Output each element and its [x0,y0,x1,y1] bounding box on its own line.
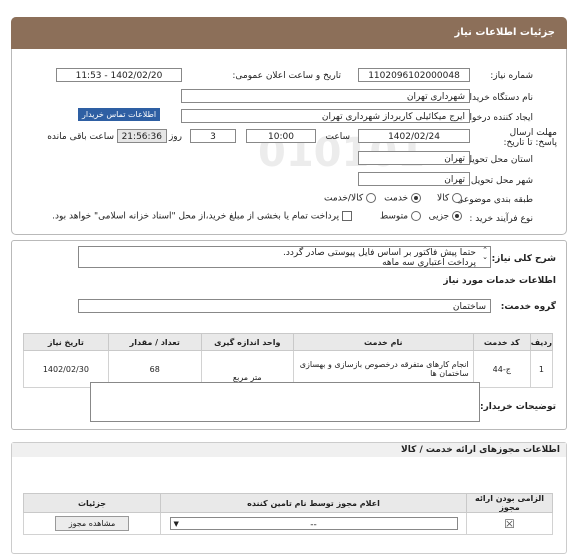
treasury-option[interactable]: پرداخت تمام یا بخشی از مبلغ خرید،از محل … [52,211,352,222]
permits-section-title: اطلاعات مجوزهای ارائه خدمت / کالا [12,443,566,457]
deadline-time-field: 10:00 [246,129,316,143]
cell-code: ج-44 [472,350,531,388]
buyer-notes-label: توضیحات خریدار: [480,402,556,412]
buyer-org-label: نام دستگاه خریدار: [462,93,533,103]
permit-declared-cell: -- ▼ [160,512,467,535]
col-permit-details: جزئیات [23,493,161,513]
chevron-down-icon: ▼ [173,520,179,528]
radio-minor[interactable] [452,211,462,221]
cell-row: 1 [529,350,554,388]
contact-buyer-link[interactable]: اطلاعات تماس خریدار [78,108,161,121]
buyer-org-field: شهرداری تهران [181,89,470,103]
process-option-minor[interactable]: جزیی [429,211,462,222]
permit-details-cell: مشاهده مجوز [23,512,161,535]
col-name: نام خدمت [292,333,474,351]
services-table: ردیف کد خدمت نام خدمت واحد اندازه گیری ت… [23,333,554,388]
radio-goods[interactable] [452,193,462,203]
col-code: کد خدمت [472,333,531,351]
days-field: 3 [190,129,236,143]
table-row: ☒ -- ▼ مشاهده مجوز [23,512,553,535]
remaining-time-field: 21:56:36 [117,129,167,143]
services-section-title: اطلاعات خدمات مورد نیاز [443,276,556,286]
resize-arrows-icon[interactable]: ⌃ ⌄ [482,247,488,261]
page-title: جزئیات اطلاعات نیاز [454,27,555,38]
process-option-medium[interactable]: متوسط [380,211,421,222]
radio-service[interactable] [411,193,421,203]
category-label: طبقه بندی موضوعی: [453,195,533,205]
need-number-field: 1102096102000048 [358,68,470,82]
col-row: ردیف [529,333,554,351]
need-number-label: شماره نیاز: [490,71,533,81]
announce-datetime-label: تاریخ و ساعت اعلان عمومی: [232,71,341,81]
col-permit-required: الزامی بودن ارائه مجوز [466,493,553,513]
delivery-province-label: استان محل تحویل: [462,155,533,165]
deadline-label: مهلت ارسال پاسخ: تا تاریخ: [503,128,557,148]
announce-datetime-field: 1402/02/20 - 11:53 [56,68,182,82]
col-qty: تعداد / مقدار [107,333,202,351]
permit-select[interactable]: -- ▼ [169,517,458,530]
purchase-process-label: نوع فرآیند خرید : [469,214,533,224]
page-header: جزئیات اطلاعات نیاز [11,17,567,49]
service-group-field: ساختمان [78,299,491,313]
permits-table-header: الزامی بودن ارائه مجوز اعلام مجوز توسط ن… [23,493,553,513]
description-box[interactable]: حتما پیش فاکتور بر اساس فایل پیوستی صادر… [78,246,491,268]
category-option-goods-service[interactable]: کالا/خدمت [324,193,376,204]
category-option-goods[interactable]: کالا [437,193,462,204]
col-date: تاریخ نیاز [23,333,109,351]
delivery-city-field: تهران [358,172,470,186]
treasury-checkbox[interactable] [342,211,352,221]
col-permit-declared: اعلام مجوز توسط نام تامین کننده [160,493,467,513]
permit-required-checkbox-icon: ☒ [466,512,553,535]
requester-field: ایرج میکائیلی کاربرداز شهرداری تهران [181,109,470,123]
description-line-2: پرداخت اعتباری سه ماهه [382,258,476,268]
permits-table: الزامی بودن ارائه مجوز اعلام مجوز توسط ن… [23,493,553,535]
view-permit-button[interactable]: مشاهده مجوز [55,516,129,531]
category-option-service[interactable]: خدمت [384,193,421,204]
delivery-province-field: تهران [358,151,470,165]
remaining-label: ساعت باقی مانده [47,132,114,142]
delivery-city-label: شهر محل تحویل: [467,176,533,186]
description-line-1: حتما پیش فاکتور بر اساس فایل پیوستی صادر… [283,248,476,258]
radio-medium[interactable] [411,211,421,221]
description-label: شرح کلی نیاز: [491,254,556,264]
deadline-date-field: 1402/02/24 [358,129,470,143]
services-table-header: ردیف کد خدمت نام خدمت واحد اندازه گیری ت… [23,333,554,351]
service-group-label: گروه خدمت: [500,302,556,312]
col-unit: واحد اندازه گیری [200,333,294,351]
radio-goods-service[interactable] [366,193,376,203]
buyer-notes-box[interactable] [90,382,480,422]
deadline-time-label: ساعت [325,132,351,142]
